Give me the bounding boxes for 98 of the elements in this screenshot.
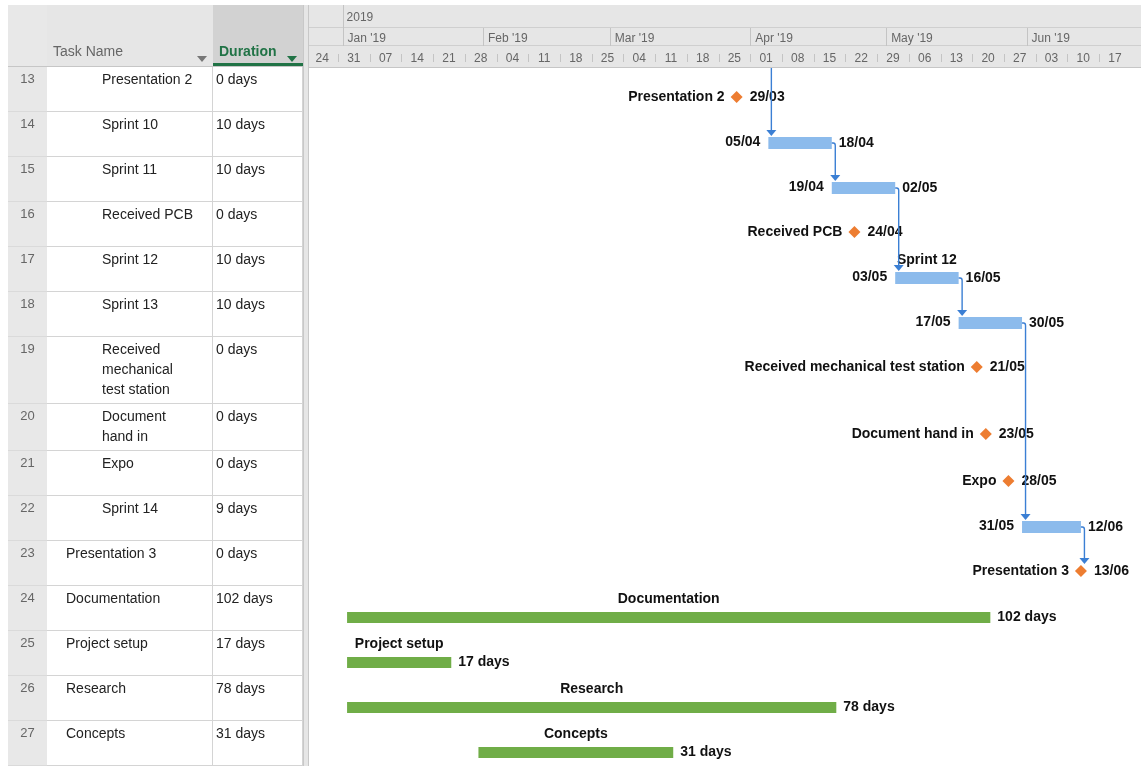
timescale-label: 03: [1044, 50, 1059, 67]
table-cell: Project setup: [47, 631, 213, 676]
bar-label: Concepts: [543, 725, 608, 741]
task-bar: [1022, 521, 1081, 533]
row-number: 20: [8, 404, 47, 451]
timescale-label: 15: [822, 50, 837, 67]
bar-label: 03/05: [852, 268, 888, 284]
bar-label: 31 days: [680, 743, 732, 759]
timescale-label: 25: [727, 50, 742, 67]
bar-label: Presentation 3: [972, 562, 1069, 578]
row-number: 18: [8, 292, 47, 337]
timescale-label: 13: [949, 50, 963, 67]
timescale-label: 29: [886, 50, 900, 67]
bar-label: 19/04: [788, 178, 824, 194]
bar-label: 21/05: [989, 358, 1025, 374]
row-number: 21: [8, 451, 47, 496]
row-number: 22: [8, 496, 47, 541]
timescale-label: 01: [759, 50, 773, 67]
timescale-label: 22: [854, 50, 868, 67]
table-cell: Sprint 13: [47, 292, 213, 337]
timescale-label: 28: [474, 50, 488, 67]
bar-label: 05/04: [725, 133, 761, 149]
bar-label: 16/05: [965, 269, 1001, 285]
timescale-label: 14: [410, 50, 424, 67]
timescale-label: Mar '19: [614, 30, 655, 47]
timescale-label: 11: [664, 50, 678, 67]
row-number: 16: [8, 202, 47, 247]
bar-label: 17/05: [915, 313, 951, 329]
timescale-label: Jan '19: [347, 30, 386, 47]
table-cell: Sprint 14: [47, 496, 213, 541]
task-bar: [768, 137, 832, 149]
bar-label: 12/06: [1087, 518, 1123, 534]
bar-label: Received PCB: [747, 223, 843, 239]
timescale-label: May '19: [891, 30, 933, 47]
bar-label: Received mechanical test station: [744, 358, 965, 374]
row-number: 19: [8, 337, 47, 404]
timescale-label: 08: [791, 50, 805, 67]
row-number: 13: [8, 67, 47, 112]
table-cell: Sprint 12: [47, 247, 213, 292]
bar-label: 31/05: [979, 517, 1015, 533]
timescale-label: 20: [981, 50, 995, 67]
bar-label: 102 days: [997, 608, 1057, 624]
row-number: 25: [8, 631, 47, 676]
bar-label: Project setup: [354, 635, 444, 651]
row-number: 23: [8, 541, 47, 586]
timescale-label: 18: [569, 50, 583, 67]
timescale-label: 25: [600, 50, 615, 67]
timescale-label: Feb '19: [487, 30, 528, 47]
table-cell: Document hand in: [47, 404, 213, 451]
bar-label: Expo: [962, 472, 997, 488]
timescale-label: 07: [378, 50, 393, 67]
row-number: 27: [8, 721, 47, 766]
bar-label: Research: [560, 680, 624, 696]
table-cell: Expo: [47, 451, 213, 496]
timescale-label: 18: [696, 50, 710, 67]
row-number: 17: [8, 247, 47, 292]
table-cell: Received mechanical test station: [47, 337, 213, 404]
timescale-label: 21: [442, 50, 456, 67]
bar-label: Document hand in: [851, 425, 974, 441]
timescale-label: 04: [505, 50, 520, 67]
table-cell: Sprint 10: [47, 112, 213, 157]
milestone-diamond: [1074, 565, 1087, 577]
bar-label: 13/06: [1093, 562, 1129, 578]
table-cell: Presentation 2: [47, 67, 213, 112]
bar-label: Documentation: [617, 590, 720, 606]
timescale-label: 10: [1076, 50, 1090, 67]
timescale-label: Apr '19: [755, 30, 793, 47]
row-number: 24: [8, 586, 47, 631]
timescale-label: 06: [917, 50, 932, 67]
timescale-label: 11: [537, 50, 551, 67]
bar-label: 17 days: [458, 653, 510, 669]
caret-icon: [287, 56, 297, 62]
table-cell: Research: [47, 676, 213, 721]
table-cell: Documentation: [47, 586, 213, 631]
timescale-label: 04: [632, 50, 646, 67]
table-cell: Received PCB: [47, 202, 213, 247]
row-number: 14: [8, 112, 47, 157]
table-cell: Sprint 11: [47, 157, 213, 202]
table-cell: Concepts: [47, 721, 213, 766]
bar-label: 78 days: [843, 698, 895, 714]
timescale-label: 31: [347, 50, 361, 67]
bar-label: Presentation 2: [628, 88, 725, 104]
timescale-label: 27: [1013, 50, 1027, 67]
table-cell: Presentation 3: [47, 541, 213, 586]
task-bar: [895, 272, 959, 284]
caret-icon: [197, 56, 207, 62]
task-bar: [831, 182, 896, 194]
task-bar: [958, 317, 1023, 329]
bar-label: 02/05: [902, 179, 938, 195]
row-number: 15: [8, 157, 47, 202]
column-header[interactable]: Duration: [213, 5, 303, 66]
row-number: 26: [8, 676, 47, 721]
timescale-label: 17: [1108, 50, 1122, 67]
timescale-label: 24: [315, 50, 329, 67]
bar-label: 30/05: [1029, 314, 1065, 330]
bar-label: 18/04: [838, 134, 874, 150]
timescale-label: 2019: [346, 9, 374, 26]
timescale-label: Jun '19: [1031, 30, 1070, 47]
